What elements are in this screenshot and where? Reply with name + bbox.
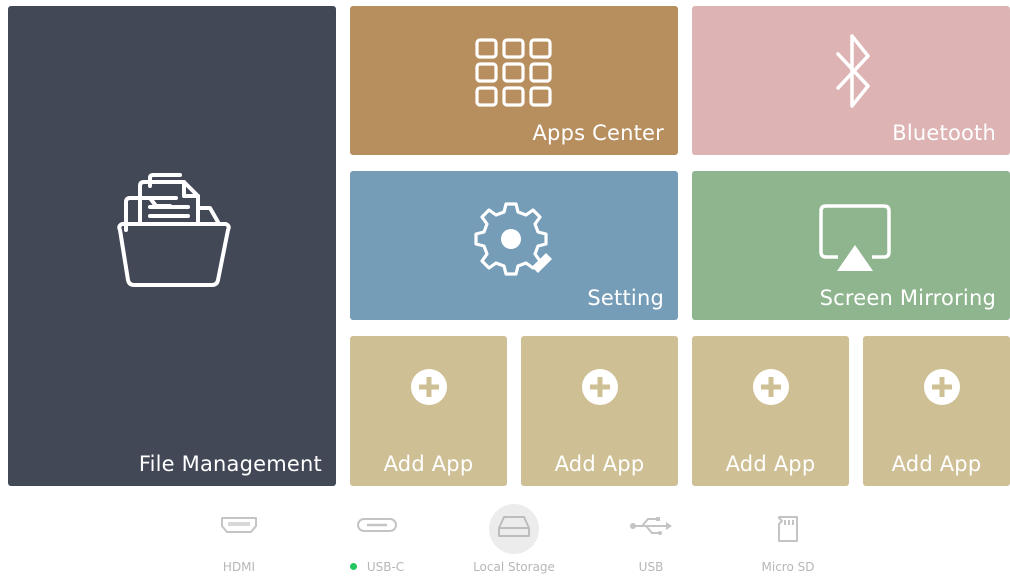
- dock-item-usb-c[interactable]: USB-C: [322, 502, 432, 577]
- dock-label: Local Storage: [473, 560, 555, 574]
- apps-center-label: Apps Center: [532, 121, 664, 145]
- add-app-label: Add App: [891, 452, 982, 476]
- file-management-tile[interactable]: File Management: [8, 6, 336, 486]
- add-app-tile-2[interactable]: Add App: [521, 336, 678, 486]
- usb-icon: [630, 517, 672, 535]
- add-app-label: Add App: [725, 452, 816, 476]
- hard-drive-icon: [498, 516, 530, 537]
- plus-circle-icon: [411, 369, 447, 405]
- add-app-tile-4[interactable]: Add App: [863, 336, 1010, 486]
- bluetooth-icon: [836, 34, 870, 108]
- folder-documents-icon: [117, 173, 231, 287]
- dock-item-local-storage[interactable]: Local Storage: [459, 502, 569, 577]
- sd-card-icon: [778, 516, 798, 542]
- apps-center-tile[interactable]: Apps Center: [350, 6, 678, 155]
- add-app-label: Add App: [554, 452, 645, 476]
- plus-circle-icon: [582, 369, 618, 405]
- app-grid-icon: [475, 38, 552, 107]
- dock-label: Micro SD: [761, 560, 815, 574]
- usb-c-port-icon: [357, 518, 397, 532]
- file-management-label: File Management: [138, 452, 322, 476]
- add-app-label: Add App: [383, 452, 474, 476]
- dock-label: USB-C: [366, 560, 405, 574]
- gear-icon: [474, 202, 552, 276]
- add-app-tile-1[interactable]: Add App: [350, 336, 507, 486]
- connected-status-dot: [349, 563, 357, 570]
- setting-label: Setting: [587, 286, 664, 310]
- screen-mirroring-label: Screen Mirroring: [819, 286, 996, 310]
- plus-circle-icon: [753, 369, 789, 405]
- dock-label: USB: [638, 560, 664, 574]
- dock-item-micro-sd[interactable]: Micro SD: [733, 502, 843, 577]
- hdmi-port-icon: [221, 517, 257, 533]
- add-app-tile-3[interactable]: Add App: [692, 336, 849, 486]
- setting-tile[interactable]: Setting: [350, 171, 678, 320]
- bluetooth-label: Bluetooth: [892, 121, 996, 145]
- dock-item-hdmi[interactable]: HDMI: [184, 502, 294, 577]
- screen-mirroring-tile[interactable]: Screen Mirroring: [692, 171, 1010, 320]
- bluetooth-tile[interactable]: Bluetooth: [692, 6, 1010, 155]
- dock-item-usb[interactable]: USB: [596, 502, 706, 577]
- plus-circle-icon: [924, 369, 960, 405]
- dock-label: HDMI: [222, 560, 256, 574]
- airplay-icon: [819, 204, 891, 271]
